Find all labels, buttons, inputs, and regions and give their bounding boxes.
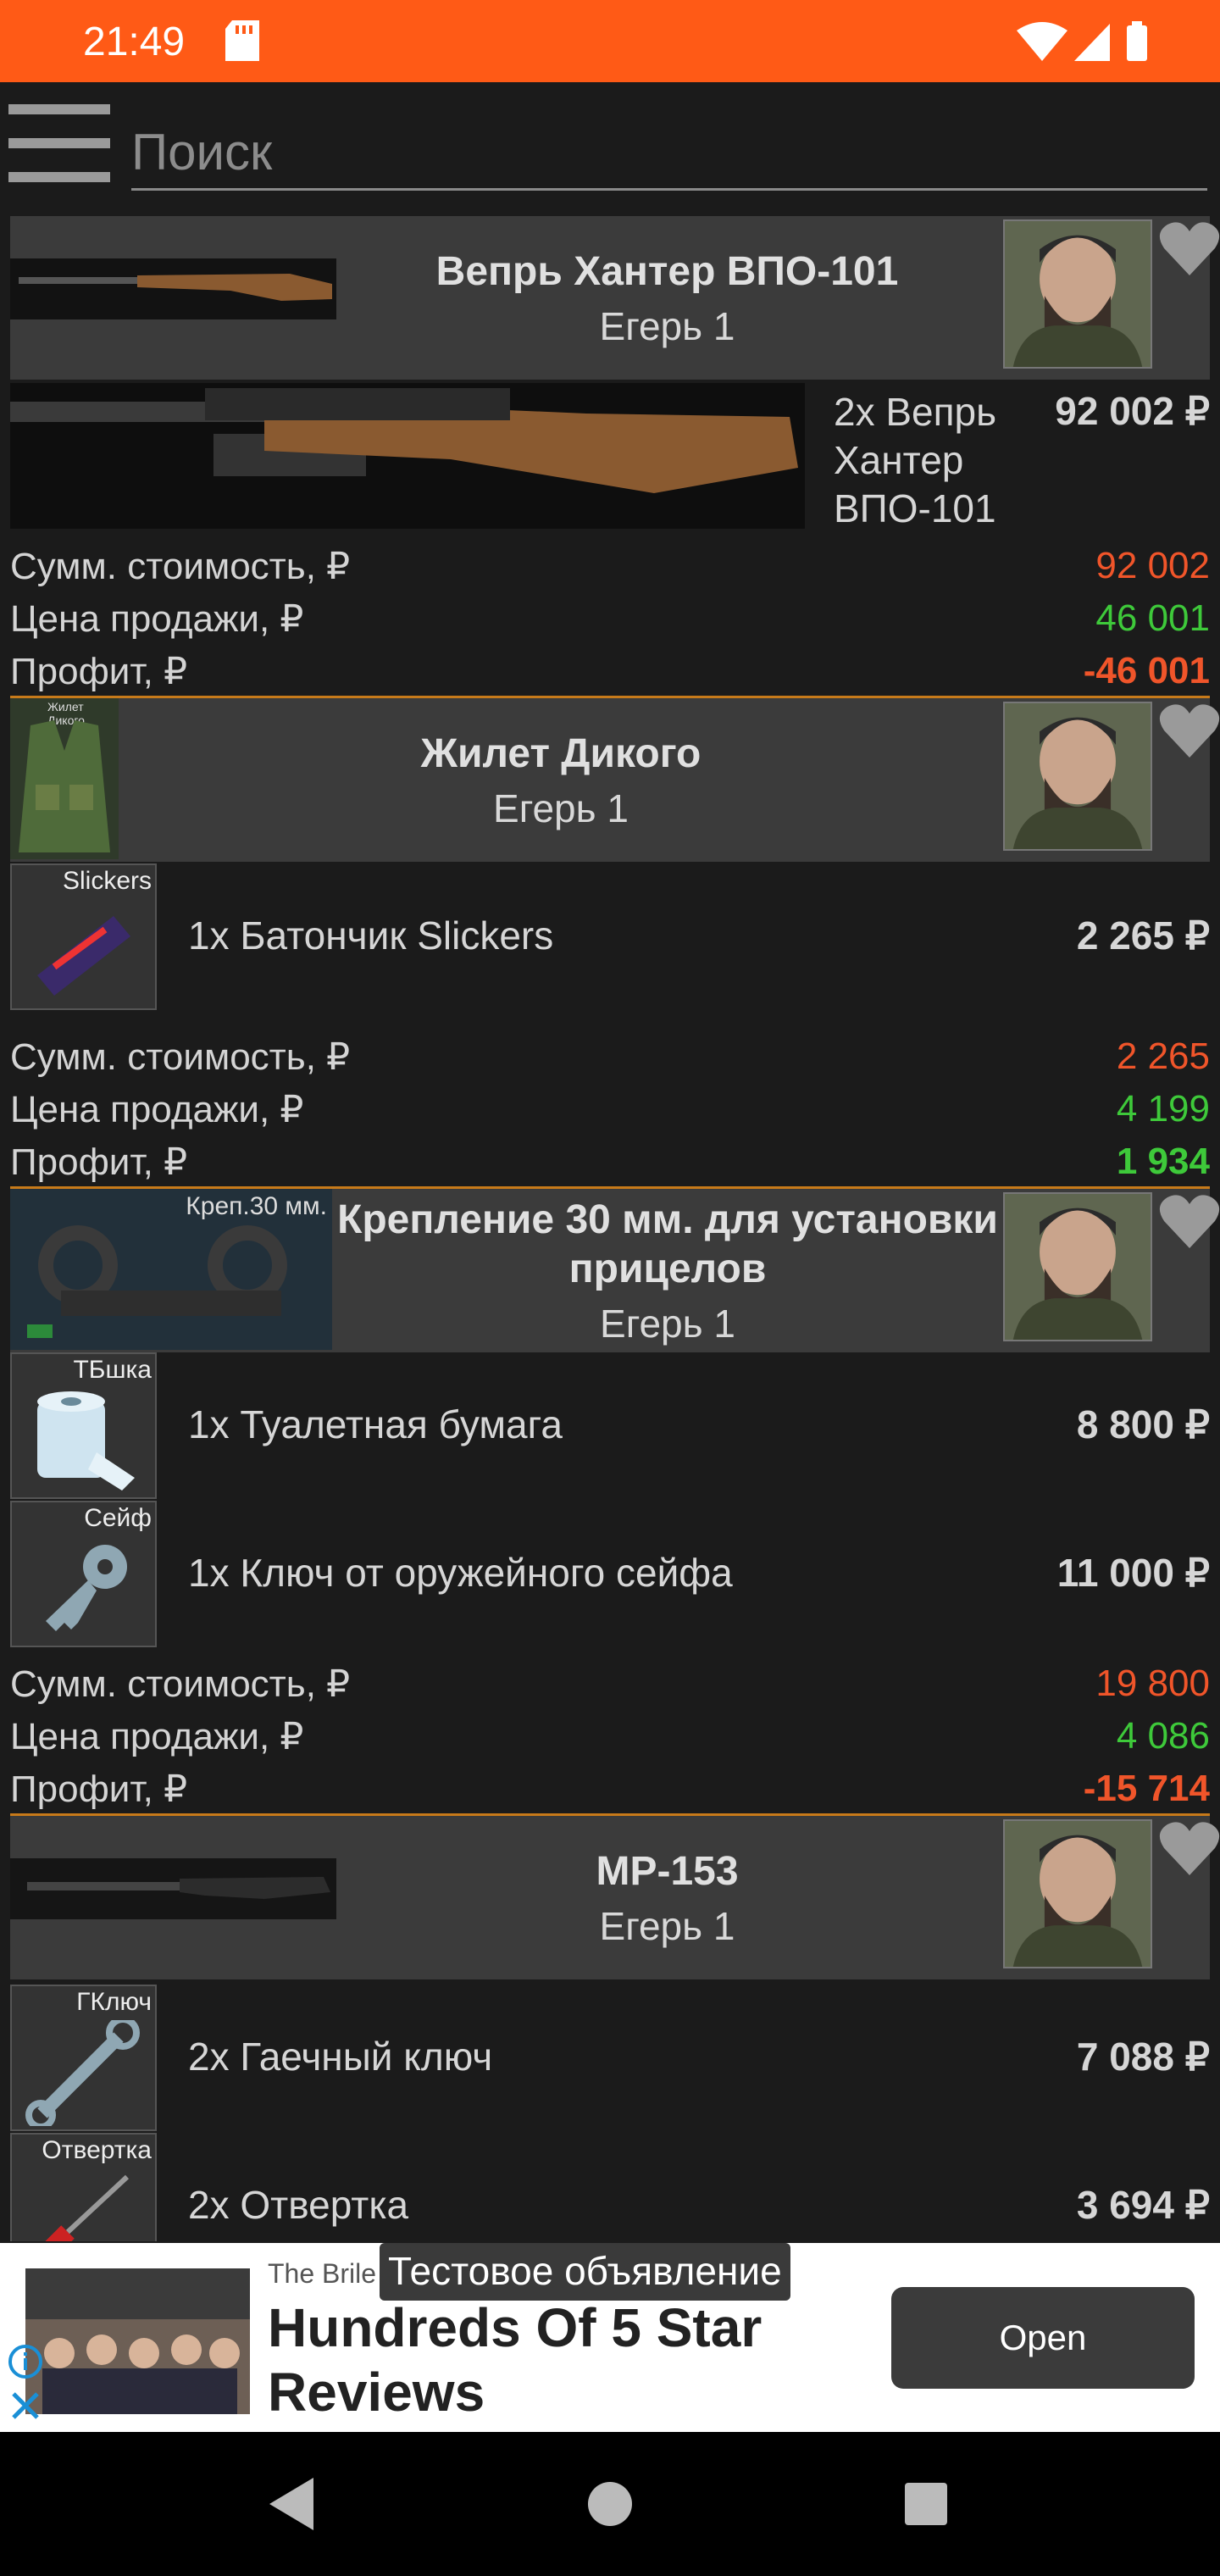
sd-card-icon xyxy=(225,20,259,61)
requirement-text: 2x Вепрь Хантер ВПО-101 xyxy=(834,390,997,530)
favorite-heart-icon[interactable] xyxy=(1159,219,1220,277)
ad-headline[interactable]: Hundreds Of 5 Star Reviews xyxy=(268,2296,844,2424)
ad-banner[interactable]: The Brile Тестовое объявление Hundreds O… xyxy=(0,2243,1220,2432)
rifle-thumbnail xyxy=(10,258,336,319)
requirement-price: 3 694 ₽ xyxy=(1076,2183,1210,2227)
home-icon[interactable] xyxy=(572,2466,648,2542)
status-time: 21:49 xyxy=(83,19,186,64)
stat-value: 92 002 xyxy=(1095,545,1210,586)
stat-value: 19 800 xyxy=(1095,1663,1210,1704)
trader-name: Егерь 1 xyxy=(600,1301,735,1346)
card-title: MP-153 xyxy=(596,1848,739,1894)
stat-sell-price: Цена продажи, ₽ 4 199 xyxy=(10,1088,1210,1130)
trader-name: Егерь 1 xyxy=(599,1903,735,1948)
barter-card: Креп.30 мм. Крепление 30 мм. для установ… xyxy=(0,1189,1220,1816)
battery-icon xyxy=(1127,25,1147,61)
recents-icon[interactable] xyxy=(888,2466,964,2542)
menu-icon[interactable] xyxy=(8,104,110,182)
favorite-heart-icon[interactable] xyxy=(1159,1819,1220,1877)
requirement-price: 7 088 ₽ xyxy=(1076,2035,1210,2079)
navigation-bar xyxy=(0,2432,1220,2576)
trader-avatar xyxy=(1003,219,1152,369)
stat-value: 4 086 xyxy=(1116,1715,1210,1757)
stat-sell-price: Цена продажи, ₽ 46 001 xyxy=(10,597,1210,640)
item-icon: Slickers xyxy=(10,863,157,1010)
stat-sell-price: Цена продажи, ₽ 4 086 xyxy=(10,1715,1210,1757)
ad-brand: The Brile xyxy=(268,2258,377,2289)
requirement-row[interactable]: 2x Вепрь Хантер ВПО-101 92 002 ₽ xyxy=(0,380,1220,538)
favorite-heart-icon[interactable] xyxy=(1159,1192,1220,1250)
mount-thumbnail: Креп.30 мм. xyxy=(10,1189,332,1350)
favorite-heart-icon[interactable] xyxy=(1159,702,1220,759)
requirement-price: 2 265 ₽ xyxy=(1076,913,1210,958)
stat-value: 2 265 xyxy=(1116,1035,1210,1077)
stat-value: 1 934 xyxy=(1116,1141,1210,1182)
stat-value: 4 199 xyxy=(1116,1088,1210,1130)
system-indicators xyxy=(1017,21,1147,61)
ad-image xyxy=(25,2268,250,2414)
ad-close-icon[interactable] xyxy=(7,2387,44,2424)
card-header[interactable]: Креп.30 мм. Крепление 30 мм. для установ… xyxy=(10,1189,1220,1352)
item-icon: ГКлюч xyxy=(10,1985,157,2131)
back-icon[interactable] xyxy=(254,2466,330,2542)
top-bar xyxy=(0,82,1220,209)
stat-profit: Профит, ₽ -46 001 xyxy=(10,650,1210,692)
stat-profit: Профит, ₽ -15 714 xyxy=(10,1768,1210,1810)
stat-value: -46 001 xyxy=(1083,650,1210,691)
item-icon: Отвертка xyxy=(10,2133,157,2241)
requirement-text: 1x Туалетная бумага xyxy=(188,1402,563,1446)
barter-card: MP-153 Егерь 1 ГКлюч 2x Гаечный ключ 7 0… xyxy=(0,1816,1220,2241)
ad-info-icon[interactable] xyxy=(7,2343,44,2380)
signal-icon xyxy=(1074,24,1110,61)
stat-value: -15 714 xyxy=(1083,1768,1210,1809)
requirement-text: 1x Батончик Slickers xyxy=(188,913,554,958)
requirement-row[interactable]: Slickers 1x Батончик Slickers 2 265 ₽ xyxy=(0,863,1220,1012)
trader-avatar xyxy=(1003,1819,1152,1968)
trader-avatar xyxy=(1003,1192,1152,1341)
requirement-row[interactable]: ГКлюч 2x Гаечный ключ 7 088 ₽ xyxy=(0,1985,1220,2133)
requirement-text: 1x Ключ от оружейного сейфа xyxy=(188,1551,733,1595)
search-field[interactable] xyxy=(131,116,1207,191)
requirement-text: 2x Отвертка xyxy=(188,2183,409,2227)
status-bar: 21:49 xyxy=(0,0,1220,82)
requirement-price: 8 800 ₽ xyxy=(1076,1402,1210,1446)
barter-card: Вепрь Хантер ВПО-101 Егерь 1 2x Вепрь Ха… xyxy=(0,216,1220,698)
stat-value: 46 001 xyxy=(1095,597,1210,639)
rifle-image xyxy=(10,383,805,529)
stat-profit: Профит, ₽ 1 934 xyxy=(10,1141,1210,1183)
quest-list[interactable]: Вепрь Хантер ВПО-101 Егерь 1 2x Вепрь Ха… xyxy=(0,216,1220,2241)
card-title: Вепрь Хантер ВПО-101 xyxy=(435,248,899,294)
card-header[interactable]: MP-153 Егерь 1 xyxy=(10,1816,1220,1979)
stat-total-cost: Сумм. стоимость, ₽ 92 002 xyxy=(10,545,1210,587)
item-icon: ТБшка xyxy=(10,1352,157,1499)
card-title: Крепление 30 мм. для установки прицелов xyxy=(337,1196,998,1291)
requirement-row[interactable]: Сейф 1x Ключ от оружейного сейфа 11 000 … xyxy=(0,1501,1220,1649)
stat-total-cost: Сумм. стоимость, ₽ 2 265 xyxy=(10,1035,1210,1078)
card-header[interactable]: Вепрь Хантер ВПО-101 Егерь 1 xyxy=(10,216,1220,380)
trader-name: Егерь 1 xyxy=(493,786,629,830)
vest-thumbnail: Жилет Дикого xyxy=(10,698,119,859)
requirement-text: 2x Гаечный ключ xyxy=(188,2035,493,2079)
item-icon: Сейф xyxy=(10,1501,157,1647)
stat-total-cost: Сумм. стоимость, ₽ 19 800 xyxy=(10,1663,1210,1705)
requirement-price: 11 000 ₽ xyxy=(1056,1551,1210,1595)
trader-avatar xyxy=(1003,702,1152,851)
wifi-icon xyxy=(1017,22,1068,61)
trader-name: Егерь 1 xyxy=(599,303,735,348)
card-header[interactable]: Жилет Дикого Жилет Дикого Егерь 1 xyxy=(10,698,1220,862)
shotgun-thumbnail xyxy=(10,1858,336,1919)
requirement-row[interactable]: ТБшка 1x Туалетная бумага 8 800 ₽ xyxy=(0,1352,1220,1501)
requirement-price: 92 002 ₽ xyxy=(1055,389,1210,433)
ad-test-label: Тестовое объявление xyxy=(380,2243,790,2301)
requirement-row[interactable]: Отвертка 2x Отвертка 3 694 ₽ xyxy=(0,2133,1220,2241)
ad-open-button[interactable]: Open xyxy=(891,2287,1195,2389)
search-input[interactable] xyxy=(131,116,1207,188)
card-title: Жилет Дикого xyxy=(420,730,702,776)
barter-card: Жилет Дикого Жилет Дикого Егерь 1 Slicke… xyxy=(0,698,1220,1189)
